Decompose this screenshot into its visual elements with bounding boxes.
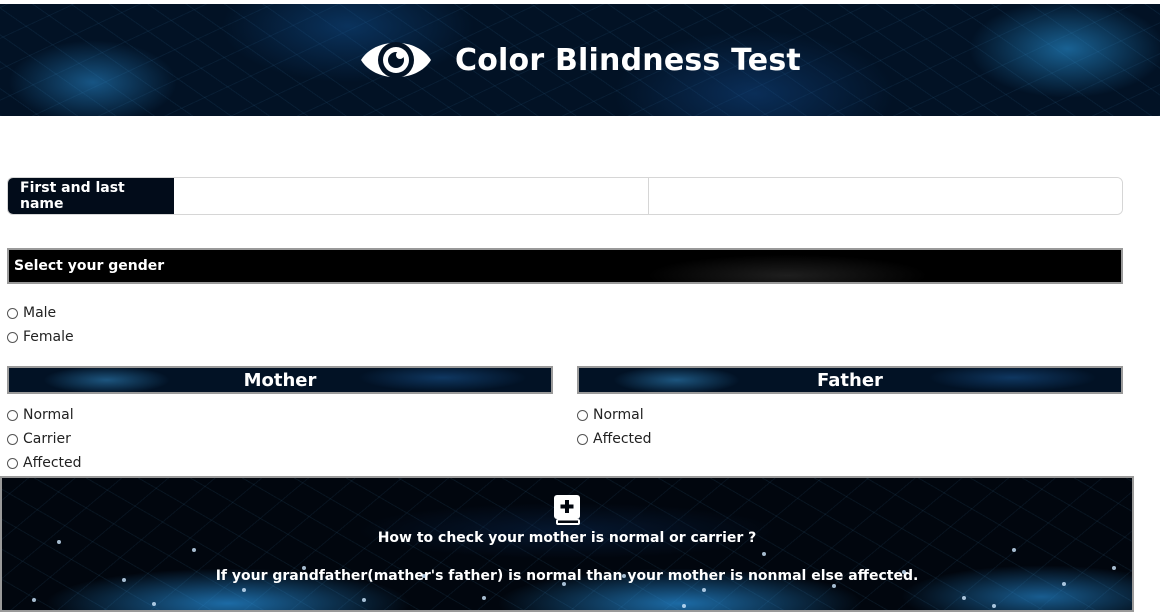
mother-radio-group: Normal Carrier Affected xyxy=(7,403,82,475)
network-dot xyxy=(32,598,36,602)
network-dot xyxy=(992,604,996,608)
gender-option-male[interactable]: Male xyxy=(7,301,74,325)
network-dot xyxy=(762,552,766,556)
mother-option-affected[interactable]: Affected xyxy=(7,451,82,475)
father-heading: Father xyxy=(577,366,1123,394)
network-dot xyxy=(422,574,426,578)
mother-option-carrier[interactable]: Carrier xyxy=(7,427,82,451)
radio-label: Normal xyxy=(23,407,74,423)
info-question: How to check your mother is normal or ca… xyxy=(377,530,757,546)
network-dot xyxy=(192,548,196,552)
network-dot xyxy=(1112,566,1116,570)
header-banner: Color Blindness Test xyxy=(0,4,1160,116)
name-label: First and last name xyxy=(8,178,174,214)
radio-button[interactable] xyxy=(577,433,588,445)
page-title: Color Blindness Test xyxy=(455,42,801,78)
radio-button[interactable] xyxy=(577,409,588,421)
network-dot xyxy=(362,598,366,602)
network-dot xyxy=(702,588,706,592)
radio-label: Affected xyxy=(23,455,82,471)
medical-book-icon xyxy=(554,495,580,525)
radio-label: Female xyxy=(23,329,74,345)
father-option-affected[interactable]: Affected xyxy=(577,427,652,451)
mother-heading: Mother xyxy=(7,366,553,394)
network-dot xyxy=(1062,582,1066,586)
radio-button[interactable] xyxy=(7,457,18,469)
network-dot xyxy=(242,588,246,592)
network-dot xyxy=(622,574,626,578)
info-panel: How to check your mother is normal or ca… xyxy=(0,476,1134,612)
network-dot xyxy=(482,596,486,600)
network-dot xyxy=(152,602,156,606)
name-input-group: First and last name xyxy=(7,177,1123,215)
radio-label: Normal xyxy=(593,407,644,423)
radio-label: Male xyxy=(23,305,57,321)
network-dot xyxy=(122,578,126,582)
radio-label: Carrier xyxy=(23,431,71,447)
network-dot xyxy=(902,570,906,574)
mother-option-normal[interactable]: Normal xyxy=(7,403,82,427)
network-dot xyxy=(562,582,566,586)
network-dot xyxy=(302,566,306,570)
gender-heading: Select your gender xyxy=(7,248,1123,284)
gender-option-female[interactable]: Female xyxy=(7,325,74,349)
network-dot xyxy=(682,604,686,608)
network-dot xyxy=(962,596,966,600)
father-option-normal[interactable]: Normal xyxy=(577,403,652,427)
first-name-input[interactable] xyxy=(174,178,648,214)
radio-button[interactable] xyxy=(7,433,18,445)
eye-icon xyxy=(361,42,432,78)
radio-button[interactable] xyxy=(7,331,18,343)
radio-button[interactable] xyxy=(7,409,18,421)
radio-button[interactable] xyxy=(7,307,18,319)
network-dot xyxy=(57,540,61,544)
gender-radio-group: Male Female xyxy=(7,301,74,349)
info-answer: If your grandfather(mather's father) is … xyxy=(215,568,919,584)
network-dot xyxy=(1012,548,1016,552)
father-radio-group: Normal Affected xyxy=(577,403,652,451)
last-name-input[interactable] xyxy=(647,178,1122,214)
radio-label: Affected xyxy=(593,431,652,447)
network-dot xyxy=(832,584,836,588)
